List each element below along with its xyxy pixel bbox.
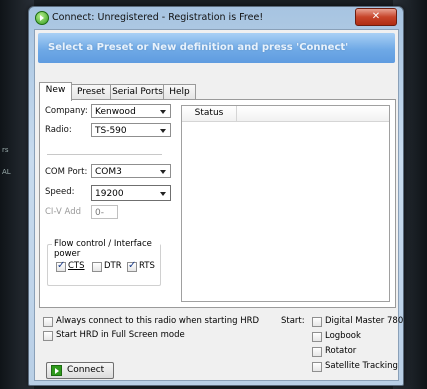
chevron-down-icon bbox=[160, 192, 166, 196]
always-connect-label: Always connect to this radio when starti… bbox=[56, 316, 260, 326]
chevron-down-icon bbox=[160, 110, 166, 114]
always-connect-checkbox[interactable] bbox=[43, 317, 53, 327]
speed-value: 19200 bbox=[95, 189, 124, 199]
background-label: rs bbox=[2, 146, 9, 154]
close-button[interactable]: ✕ bbox=[355, 8, 397, 26]
rts-checkbox[interactable] bbox=[127, 260, 137, 272]
play-arrow-icon bbox=[51, 365, 62, 376]
civ-add-input[interactable]: 0- bbox=[91, 205, 118, 219]
connect-button-label: Connect bbox=[67, 365, 105, 375]
banner-text: Select a Preset or New definition and pr… bbox=[48, 42, 349, 53]
com-port-label: COM Port: bbox=[45, 167, 88, 177]
dtr-checkbox[interactable] bbox=[92, 262, 102, 272]
dialog-client-area: Select a Preset or New definition and pr… bbox=[34, 29, 403, 381]
company-label: Company: bbox=[45, 106, 88, 116]
chevron-down-icon bbox=[160, 129, 166, 133]
com-port-value: COM3 bbox=[95, 167, 122, 177]
company-value: Kenwood bbox=[95, 107, 136, 117]
status-list[interactable]: Status bbox=[181, 105, 390, 302]
full-screen-label: Start HRD in Full Screen mode bbox=[56, 330, 185, 340]
title-bar[interactable]: Connect: Unregistered - Registration is … bbox=[29, 7, 403, 29]
speed-label: Speed: bbox=[45, 187, 75, 197]
civ-add-label: CI-V Add bbox=[45, 207, 81, 217]
radio-select[interactable]: TS-590 bbox=[91, 123, 171, 137]
rotator-checkbox[interactable] bbox=[312, 347, 322, 357]
cts-label: CTS bbox=[68, 261, 85, 271]
flow-control-group: Flow control / Interface power CTS DTR R… bbox=[47, 239, 161, 286]
tab-new[interactable]: New bbox=[39, 82, 72, 101]
status-column-header[interactable]: Status bbox=[182, 106, 237, 121]
cts-checkbox[interactable] bbox=[56, 260, 66, 272]
satellite-tracking-checkbox[interactable] bbox=[312, 362, 322, 372]
digital-master-checkbox[interactable] bbox=[312, 317, 322, 327]
speed-select[interactable]: 19200 bbox=[91, 185, 171, 201]
chevron-down-icon bbox=[160, 170, 166, 174]
window-title: Connect: Unregistered - Registration is … bbox=[52, 12, 264, 23]
rts-label: RTS bbox=[139, 261, 155, 271]
flow-control-title: Flow control / Interface power bbox=[52, 239, 160, 259]
company-select[interactable]: Kenwood bbox=[91, 104, 171, 118]
rotator-label: Rotator bbox=[325, 346, 357, 356]
com-port-select[interactable]: COM3 bbox=[91, 164, 171, 178]
connect-button[interactable]: Connect bbox=[46, 362, 114, 379]
tab-panel-new: Company: Kenwood Radio: TS-590 COM Port:… bbox=[39, 99, 396, 308]
background-label: AL bbox=[2, 168, 11, 176]
dtr-label: DTR bbox=[104, 261, 122, 271]
separator bbox=[47, 154, 162, 155]
instruction-banner: Select a Preset or New definition and pr… bbox=[38, 33, 395, 63]
connect-dialog: Connect: Unregistered - Registration is … bbox=[28, 6, 404, 386]
radio-value: TS-590 bbox=[95, 126, 127, 136]
radio-label: Radio: bbox=[45, 125, 72, 135]
digital-master-label: Digital Master 780 bbox=[325, 316, 404, 326]
status-header: Status bbox=[182, 106, 389, 122]
app-icon bbox=[35, 11, 49, 25]
full-screen-checkbox[interactable] bbox=[43, 331, 53, 341]
start-label: Start: bbox=[281, 316, 305, 326]
logbook-label: Logbook bbox=[325, 331, 361, 341]
satellite-tracking-label: Satellite Tracking bbox=[325, 361, 398, 371]
logbook-checkbox[interactable] bbox=[312, 332, 322, 342]
